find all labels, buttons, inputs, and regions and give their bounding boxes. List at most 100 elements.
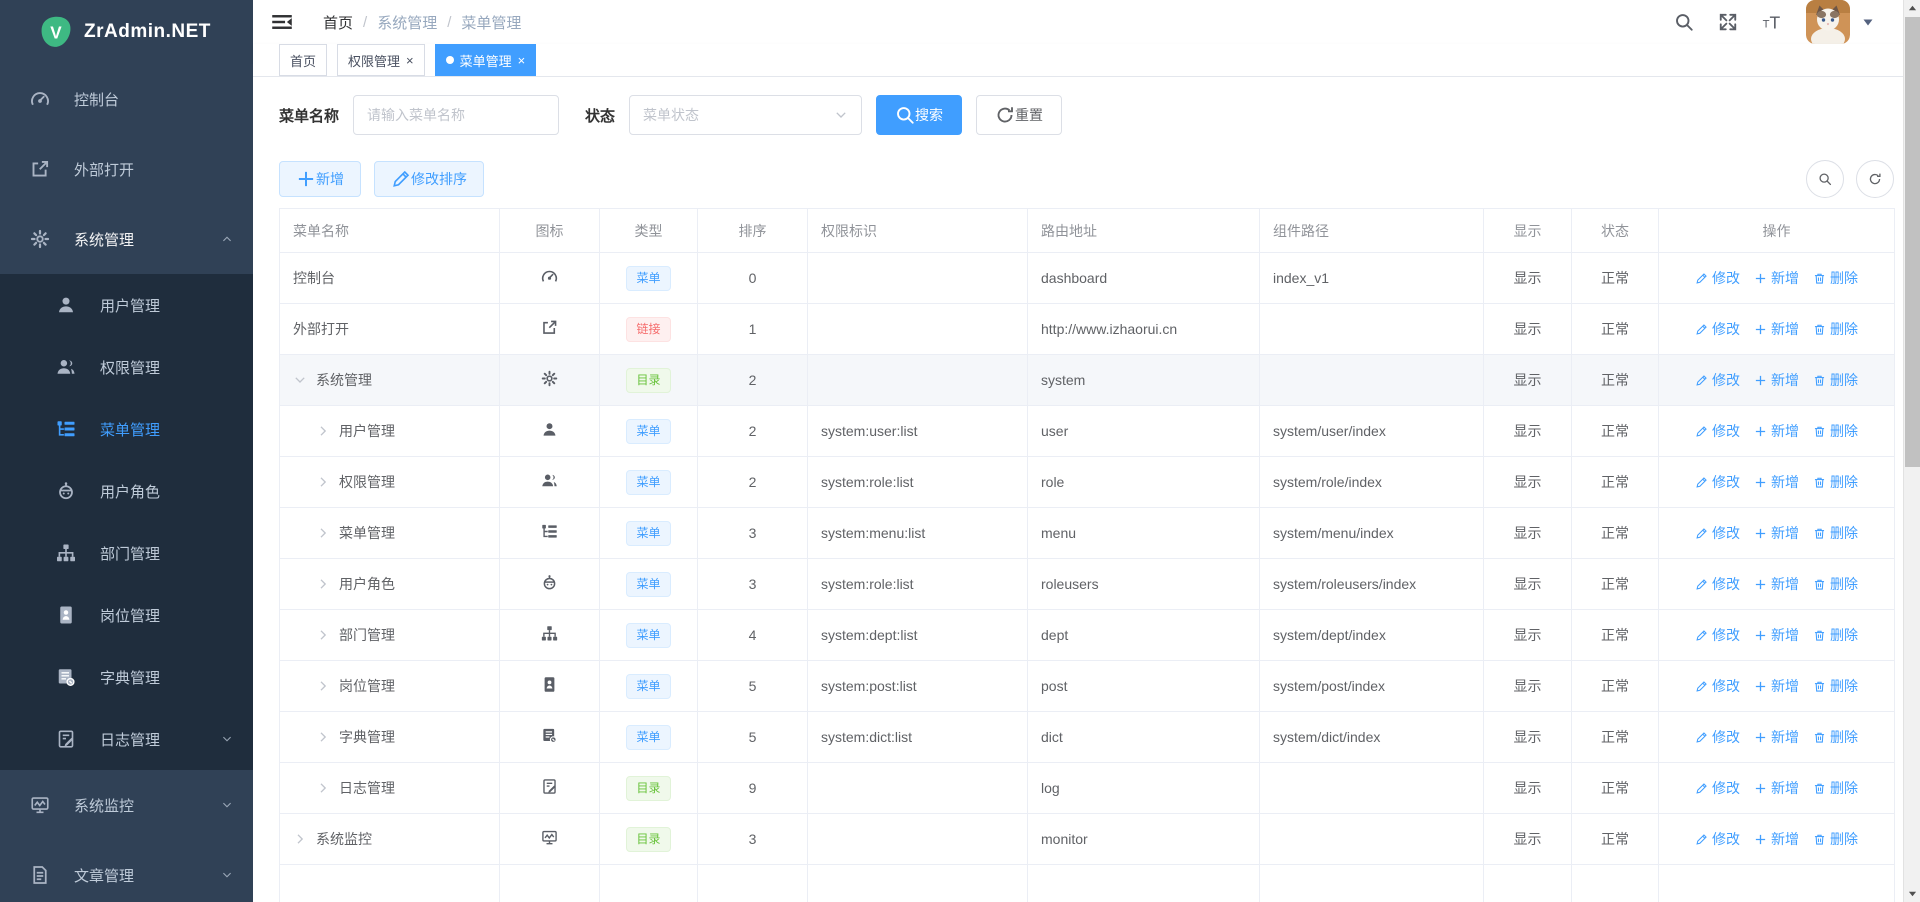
edit-action[interactable]: 修改 (1695, 370, 1740, 390)
sidebar-item-log[interactable]: 日志管理 (0, 708, 253, 770)
caret-down-icon[interactable] (1862, 16, 1874, 28)
status-select[interactable]: 菜单状态 (629, 95, 862, 135)
sidebar-item-monitor[interactable]: 系统监控 (0, 770, 253, 840)
show-search-button[interactable] (1806, 160, 1844, 198)
sidebar-fold-icon[interactable] (271, 12, 293, 32)
table-row[interactable]: 系统监控目录3monitor显示正常修改新增删除 (280, 814, 1895, 865)
tab-page-1[interactable]: 权限管理× (337, 44, 425, 76)
font-size-icon[interactable]: TT (1762, 12, 1782, 32)
tab-page-2[interactable]: 菜单管理× (435, 44, 537, 76)
add-action[interactable]: 新增 (1754, 472, 1799, 492)
delete-action[interactable]: 删除 (1813, 268, 1858, 288)
column-header: 权限标识 (808, 209, 1028, 253)
table-row[interactable]: 字典管理菜单5system:dict:listdictsystem/dict/i… (280, 712, 1895, 763)
add-action[interactable]: 新增 (1754, 268, 1799, 288)
edit-action[interactable]: 修改 (1695, 727, 1740, 747)
edit-action[interactable]: 修改 (1695, 676, 1740, 696)
sidebar-item-users[interactable]: 权限管理 (0, 336, 253, 398)
expand-closed-icon[interactable] (316, 577, 330, 591)
expand-closed-icon[interactable] (316, 526, 330, 540)
edit-action[interactable]: 修改 (1695, 268, 1740, 288)
edit-action[interactable]: 修改 (1695, 472, 1740, 492)
scrollbar-up-arrow[interactable] (1904, 0, 1920, 17)
scrollbar-thumb[interactable] (1905, 17, 1920, 467)
delete-action[interactable]: 删除 (1813, 727, 1858, 747)
add-button[interactable]: 新增 (279, 161, 361, 197)
table-row[interactable]: 外部打开链接1http://www.izhaorui.cn显示正常修改新增删除 (280, 304, 1895, 355)
search-icon[interactable] (1674, 12, 1694, 32)
edit-action[interactable]: 修改 (1695, 319, 1740, 339)
search-button[interactable]: 搜索 (876, 95, 962, 135)
table-row[interactable]: 菜单管理菜单3system:menu:listmenusystem/menu/i… (280, 508, 1895, 559)
sidebar-item-sitemap[interactable]: 部门管理 (0, 522, 253, 584)
add-action[interactable]: 新增 (1754, 319, 1799, 339)
add-action[interactable]: 新增 (1754, 523, 1799, 543)
table-row[interactable]: 部门管理菜单4system:dept:listdeptsystem/dept/i… (280, 610, 1895, 661)
scrollbar-down-arrow[interactable] (1904, 885, 1920, 902)
edit-sort-button[interactable]: 修改排序 (374, 161, 484, 197)
expand-closed-icon[interactable] (316, 475, 330, 489)
fullscreen-icon[interactable] (1718, 12, 1738, 32)
breadcrumb-item[interactable]: 首页 (323, 12, 353, 33)
table-row[interactable]: 控制台菜单0dashboardindex_v1显示正常修改新增删除 (280, 253, 1895, 304)
chevron-up-icon (221, 233, 233, 245)
edit-action[interactable]: 修改 (1695, 778, 1740, 798)
breadcrumb: 首页/系统管理/菜单管理 (323, 12, 521, 33)
expand-closed-icon[interactable] (316, 730, 330, 744)
sidebar-item-dict[interactable]: 字典管理 (0, 646, 253, 708)
sidebar-item-external-link[interactable]: 外部打开 (0, 134, 253, 204)
avatar[interactable] (1806, 0, 1850, 44)
sidebar-item-menu-tree[interactable]: 菜单管理 (0, 398, 253, 460)
tab-home[interactable]: 首页 (279, 44, 327, 76)
delete-action[interactable]: 删除 (1813, 625, 1858, 645)
add-action[interactable]: 新增 (1754, 829, 1799, 849)
menu-name-input[interactable] (367, 107, 545, 123)
sidebar-item-user[interactable]: 用户管理 (0, 274, 253, 336)
add-action[interactable]: 新增 (1754, 370, 1799, 390)
table-row[interactable]: 权限管理菜单2system:role:listrolesystem/role/i… (280, 457, 1895, 508)
table-row[interactable]: 岗位管理菜单5system:post:listpostsystem/post/i… (280, 661, 1895, 712)
add-action[interactable]: 新增 (1754, 625, 1799, 645)
refresh-button[interactable] (1856, 160, 1894, 198)
edit-action[interactable]: 修改 (1695, 523, 1740, 543)
plus-icon (1754, 629, 1767, 642)
delete-action[interactable]: 删除 (1813, 829, 1858, 849)
add-action[interactable]: 新增 (1754, 727, 1799, 747)
delete-action[interactable]: 删除 (1813, 472, 1858, 492)
table-row[interactable]: 日志管理目录9log显示正常修改新增删除 (280, 763, 1895, 814)
sidebar-item-badge[interactable]: 岗位管理 (0, 584, 253, 646)
sidebar-item-article[interactable]: 文章管理 (0, 840, 253, 902)
delete-action[interactable]: 删除 (1813, 676, 1858, 696)
sidebar-item-dashboard[interactable]: 控制台 (0, 64, 253, 134)
table-row[interactable]: 用户管理菜单2system:user:listusersystem/user/i… (280, 406, 1895, 457)
delete-action[interactable]: 删除 (1813, 574, 1858, 594)
delete-action[interactable]: 删除 (1813, 778, 1858, 798)
add-action[interactable]: 新增 (1754, 778, 1799, 798)
edit-action[interactable]: 修改 (1695, 829, 1740, 849)
sidebar-item-robot[interactable]: 用户角色 (0, 460, 253, 522)
edit-action[interactable]: 修改 (1695, 625, 1740, 645)
add-action[interactable]: 新增 (1754, 676, 1799, 696)
logo[interactable]: V ZrAdmin.NET (0, 0, 253, 64)
expand-closed-icon[interactable] (316, 781, 330, 795)
add-action[interactable]: 新增 (1754, 574, 1799, 594)
expand-closed-icon[interactable] (316, 628, 330, 642)
close-icon[interactable]: × (406, 54, 414, 67)
expand-closed-icon[interactable] (293, 832, 307, 846)
expand-closed-icon[interactable] (316, 424, 330, 438)
delete-action[interactable]: 删除 (1813, 370, 1858, 390)
edit-action[interactable]: 修改 (1695, 574, 1740, 594)
close-icon[interactable]: × (518, 54, 526, 67)
reset-button[interactable]: 重置 (976, 95, 1062, 135)
delete-action[interactable]: 删除 (1813, 421, 1858, 441)
delete-action[interactable]: 删除 (1813, 319, 1858, 339)
table-row[interactable]: 用户角色菜单3system:role:listroleuserssystem/r… (280, 559, 1895, 610)
expand-open-icon[interactable] (293, 373, 307, 387)
table-row[interactable]: 系统管理目录2system显示正常修改新增删除 (280, 355, 1895, 406)
expand-closed-icon[interactable] (316, 679, 330, 693)
edit-action[interactable]: 修改 (1695, 421, 1740, 441)
cell-route: log (1028, 763, 1260, 814)
delete-action[interactable]: 删除 (1813, 523, 1858, 543)
add-action[interactable]: 新增 (1754, 421, 1799, 441)
sidebar-item-gear[interactable]: 系统管理 (0, 204, 253, 274)
